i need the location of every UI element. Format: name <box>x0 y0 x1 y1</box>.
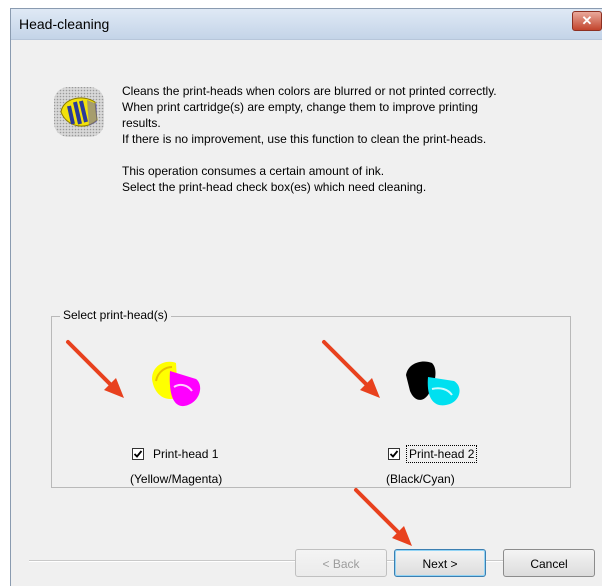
description-line: results. <box>122 116 161 130</box>
print-head-2-checkbox[interactable] <box>388 448 400 460</box>
dialog-body: Cleans the print-heads when colors are b… <box>11 40 602 586</box>
description-line: This operation consumes a certain amount… <box>122 164 385 178</box>
print-head-1-checkbox-row[interactable]: Print-head 1 <box>132 446 220 462</box>
group-legend: Select print-head(s) <box>60 308 171 322</box>
description-line: If there is no improvement, use this fun… <box>122 132 487 146</box>
arrow-annotation-icon <box>354 488 412 546</box>
print-head-1-checkbox[interactable] <box>132 448 144 460</box>
description-line: When print cartridge(s) are empty, chang… <box>122 100 478 114</box>
arrow-annotation-icon <box>66 340 124 398</box>
title-bar: Head-cleaning ✕ <box>11 9 602 40</box>
description-text: Cleans the print-heads when colors are b… <box>122 83 562 195</box>
description-line: Cleans the print-heads when colors are b… <box>122 84 497 98</box>
arrow-annotation-icon <box>322 340 380 398</box>
print-head-1-colors: (Yellow/Magenta) <box>130 472 223 486</box>
printer-head-icon <box>54 87 104 137</box>
window-title: Head-cleaning <box>19 16 110 32</box>
description-line: Select the print-head check box(es) whic… <box>122 180 427 194</box>
black-cyan-cartridge-icon <box>406 361 460 406</box>
checkmark-icon <box>389 450 399 458</box>
print-head-2-label[interactable]: Print-head 2 <box>405 445 478 463</box>
yellow-magenta-cartridge-icon <box>152 361 201 407</box>
close-icon: ✕ <box>581 13 593 28</box>
checkmark-icon <box>133 450 143 458</box>
head-cleaning-dialog: Head-cleaning ✕ Cleans the print-heads w… <box>10 8 602 586</box>
close-button[interactable]: ✕ <box>572 11 602 31</box>
cancel-button[interactable]: Cancel <box>503 549 595 577</box>
print-head-2-checkbox-row[interactable]: Print-head 2 <box>388 445 478 463</box>
print-head-1-label[interactable]: Print-head 1 <box>151 446 220 462</box>
